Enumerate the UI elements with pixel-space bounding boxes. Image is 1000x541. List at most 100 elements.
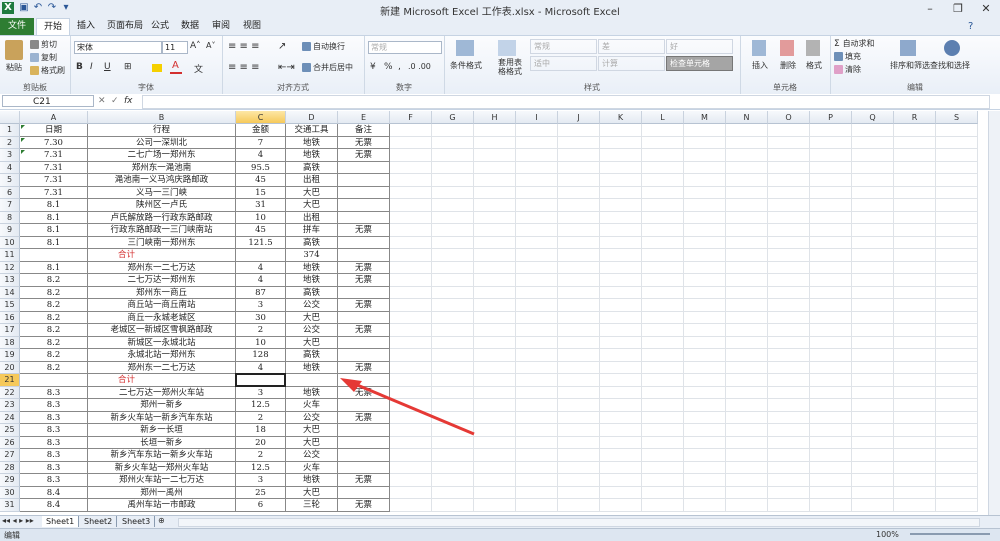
cell-e[interactable]: 无票 [338, 261, 390, 274]
empty-cell[interactable] [600, 374, 642, 387]
empty-cell[interactable] [726, 461, 768, 474]
cell-e[interactable] [338, 311, 390, 324]
empty-cell[interactable] [558, 249, 600, 262]
empty-cell[interactable] [936, 124, 978, 137]
cell-d[interactable]: 火车 [286, 399, 338, 412]
zoom-slider[interactable] [910, 533, 990, 535]
empty-cell[interactable] [642, 336, 684, 349]
empty-cell[interactable] [768, 274, 810, 287]
empty-cell[interactable] [516, 499, 558, 512]
empty-cell[interactable] [474, 136, 516, 149]
cell-b[interactable]: 二七万达一郑州东 [88, 274, 236, 287]
empty-cell[interactable] [432, 224, 474, 237]
empty-cell[interactable] [810, 311, 852, 324]
empty-cell[interactable] [474, 161, 516, 174]
empty-cell[interactable] [894, 361, 936, 374]
empty-cell[interactable] [642, 174, 684, 187]
empty-cell[interactable] [558, 311, 600, 324]
empty-cell[interactable] [684, 149, 726, 162]
empty-cell[interactable] [810, 436, 852, 449]
empty-cell[interactable] [600, 449, 642, 462]
empty-cell[interactable] [852, 349, 894, 362]
empty-cell[interactable] [474, 324, 516, 337]
empty-cell[interactable] [726, 261, 768, 274]
cell-b[interactable]: 禹州车站一市邮政 [88, 499, 236, 512]
empty-cell[interactable] [726, 486, 768, 499]
empty-cell[interactable] [432, 174, 474, 187]
empty-cell[interactable] [768, 499, 810, 512]
empty-cell[interactable] [684, 161, 726, 174]
empty-cell[interactable] [432, 324, 474, 337]
empty-cell[interactable] [474, 474, 516, 487]
empty-cell[interactable] [684, 274, 726, 287]
cell-d[interactable]: 高铁 [286, 349, 338, 362]
empty-cell[interactable] [558, 361, 600, 374]
cell-c[interactable]: 2 [236, 449, 286, 462]
cell-e[interactable] [338, 249, 390, 262]
sort-filter-icon[interactable] [900, 40, 916, 56]
empty-cell[interactable] [894, 449, 936, 462]
cell-a[interactable]: 8.2 [20, 299, 88, 312]
empty-cell[interactable] [600, 236, 642, 249]
cell-e[interactable] [338, 286, 390, 299]
empty-cell[interactable] [558, 374, 600, 387]
cell-d[interactable]: 公交 [286, 299, 338, 312]
cell-c[interactable]: 10 [236, 211, 286, 224]
row-header[interactable]: 11 [0, 249, 20, 262]
empty-cell[interactable] [810, 449, 852, 462]
empty-cell[interactable] [600, 211, 642, 224]
empty-cell[interactable] [474, 274, 516, 287]
empty-cell[interactable] [768, 124, 810, 137]
empty-cell[interactable] [432, 436, 474, 449]
empty-cell[interactable] [558, 299, 600, 312]
empty-cell[interactable] [768, 249, 810, 262]
cell-a[interactable]: 8.3 [20, 424, 88, 437]
empty-cell[interactable] [768, 136, 810, 149]
empty-cell[interactable] [390, 361, 432, 374]
cell-c[interactable]: 金额 [236, 124, 286, 137]
empty-cell[interactable] [432, 136, 474, 149]
empty-cell[interactable] [432, 424, 474, 437]
cell-b[interactable]: 永城北站一郑州东 [88, 349, 236, 362]
empty-cell[interactable] [684, 224, 726, 237]
empty-cell[interactable] [852, 436, 894, 449]
cell-e[interactable] [338, 236, 390, 249]
empty-cell[interactable] [852, 249, 894, 262]
column-header-q[interactable]: Q [852, 111, 894, 124]
empty-cell[interactable] [852, 324, 894, 337]
empty-cell[interactable] [642, 399, 684, 412]
cell-a[interactable]: 8.2 [20, 324, 88, 337]
empty-cell[interactable] [936, 399, 978, 412]
conditional-format-icon[interactable] [456, 40, 474, 56]
empty-cell[interactable] [894, 474, 936, 487]
shrink-font-icon[interactable]: A˅ [206, 41, 215, 50]
empty-cell[interactable] [474, 399, 516, 412]
empty-cell[interactable] [936, 199, 978, 212]
column-header-n[interactable]: N [726, 111, 768, 124]
restore-icon[interactable]: ❐ [944, 0, 972, 18]
empty-cell[interactable] [600, 461, 642, 474]
empty-cell[interactable] [894, 349, 936, 362]
empty-cell[interactable] [600, 261, 642, 274]
empty-cell[interactable] [936, 261, 978, 274]
empty-cell[interactable] [768, 361, 810, 374]
select-all-corner[interactable] [0, 111, 20, 124]
empty-cell[interactable] [390, 186, 432, 199]
empty-cell[interactable] [852, 336, 894, 349]
empty-cell[interactable] [390, 149, 432, 162]
empty-cell[interactable] [768, 149, 810, 162]
empty-cell[interactable] [936, 149, 978, 162]
empty-cell[interactable] [642, 361, 684, 374]
empty-cell[interactable] [936, 224, 978, 237]
row-header[interactable]: 22 [0, 386, 20, 399]
empty-cell[interactable] [768, 349, 810, 362]
empty-cell[interactable] [810, 174, 852, 187]
format-painter-button[interactable]: 格式刷 [30, 65, 65, 76]
empty-cell[interactable] [936, 174, 978, 187]
help-icon[interactable]: ? [968, 21, 973, 32]
empty-cell[interactable] [474, 199, 516, 212]
empty-cell[interactable] [516, 224, 558, 237]
empty-cell[interactable] [768, 299, 810, 312]
empty-cell[interactable] [810, 286, 852, 299]
cell-d[interactable]: 地铁 [286, 261, 338, 274]
